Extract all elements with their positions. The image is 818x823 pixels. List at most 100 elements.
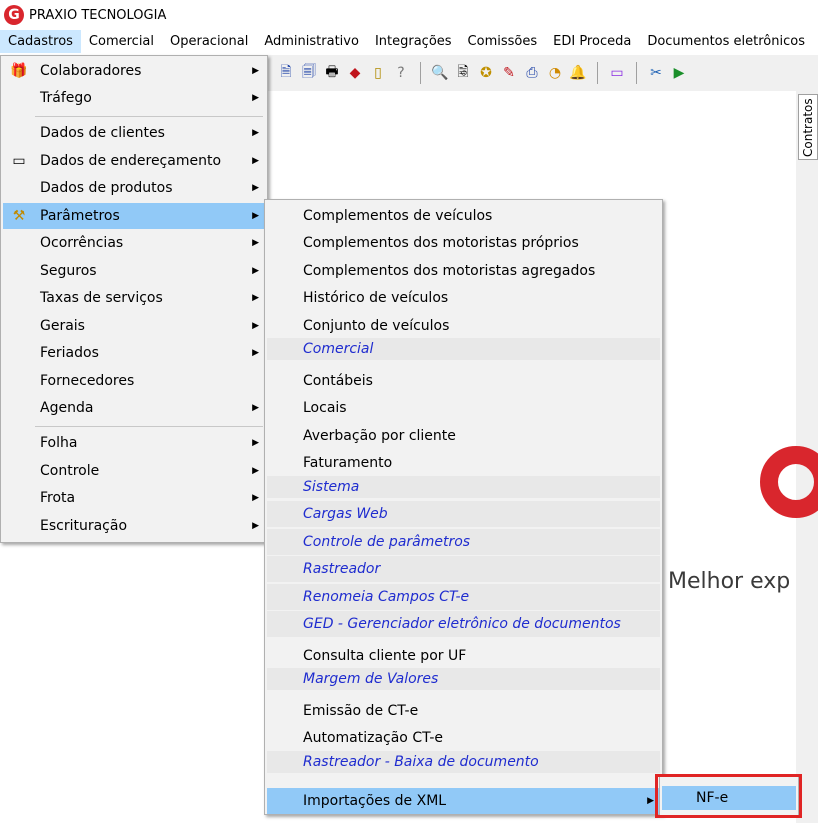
menu-item-consulta-cliente-por-uf[interactable]: Consulta cliente por UF [267, 643, 660, 669]
menu-item-label: Colaboradores [40, 63, 142, 79]
menu-item-label: Conjunto de veículos [303, 318, 450, 334]
eraser-icon[interactable]: ◆ [345, 63, 365, 83]
export-icon[interactable]: ✎ [499, 63, 519, 83]
menu-category-label: Sistema [303, 479, 360, 495]
chevron-right-icon: ▶ [252, 403, 259, 413]
menu-item-averbacao-por-cliente[interactable]: Averbação por cliente [267, 423, 660, 449]
menu-item-taxas-de-servicos[interactable]: Taxas de serviços ▶ [3, 285, 265, 311]
printer-icon[interactable]: 🖶 [322, 63, 342, 83]
menu-comissoes[interactable]: Comissões [460, 30, 546, 53]
preview-icon[interactable]: 🔍 [430, 63, 450, 83]
chevron-right-icon: ▶ [252, 321, 259, 331]
menu-item-label: Fornecedores [40, 373, 135, 389]
menu-item-controle-de-parametros[interactable]: Controle de parâmetros [267, 529, 660, 555]
menu-documentos-eletronicos[interactable]: Documentos eletrônicos [639, 30, 813, 53]
menu-item-automatizacao-cte[interactable]: Automatização CT-e [267, 725, 660, 751]
menu-item-emissao-de-cte[interactable]: Emissão de CT-e [267, 698, 660, 724]
report-icon[interactable]: 🗟 [453, 63, 473, 83]
menu-integracoes[interactable]: Integrações [367, 30, 460, 53]
menu-administrativo[interactable]: Administrativo [256, 30, 367, 53]
documents-icon[interactable]: 🗐 [299, 63, 319, 83]
chevron-right-icon: ▶ [252, 183, 259, 193]
title-bar: G PRAXIO TECNOLOGIA [0, 0, 818, 30]
menu-item-label: Complementos dos motoristas agregados [303, 263, 596, 279]
menu-item-gerais[interactable]: Gerais ▶ [3, 313, 265, 339]
menu-item-cargas-web[interactable]: Cargas Web [267, 501, 660, 527]
monitor-icon[interactable]: ▭ [607, 63, 627, 83]
tools-icon[interactable]: ✂ [646, 63, 666, 83]
toolbar: 🗎 🗐 🖶 ◆ ▯ ? 🔍 🗟 ✪ ✎ ⎙ ◔ 🔔 ▭ ✂ ▶ [268, 55, 818, 91]
menu-item-seguros[interactable]: Seguros ▶ [3, 258, 265, 284]
menu-item-label: Escrituração [40, 518, 128, 534]
menu-item-label: Dados de endereçamento [40, 153, 222, 169]
menu-item-rastreador[interactable]: Rastreador [267, 556, 660, 582]
certificate-icon[interactable]: ✪ [476, 63, 496, 83]
exit-icon[interactable]: ▶ [669, 63, 689, 83]
menu-item-label: Faturamento [303, 455, 393, 471]
chevron-right-icon: ▶ [252, 466, 259, 476]
menu-item-label: Dados de clientes [40, 125, 165, 141]
chevron-right-icon: ▶ [252, 93, 259, 103]
menu-item-frota[interactable]: Frota ▶ [3, 485, 265, 511]
menu-item-fornecedores[interactable]: Fornecedores [3, 368, 265, 394]
menu-item-dados-de-clientes[interactable]: Dados de clientes ▶ [3, 120, 265, 146]
toolbar-separator [597, 62, 598, 84]
app-title: PRAXIO TECNOLOGIA [29, 7, 167, 23]
menu-item-contabeis[interactable]: Contábeis [267, 368, 660, 394]
menu-item-ocorrencias[interactable]: Ocorrências ▶ [3, 230, 265, 256]
menu-item-colaboradores[interactable]: 🎁 Colaboradores ▶ [3, 58, 265, 84]
tab-contratos-label: Contratos [801, 98, 815, 157]
menu-item-controle[interactable]: Controle ▶ [3, 458, 265, 484]
chevron-right-icon: ▶ [252, 238, 259, 248]
menu-item-label: Consulta cliente por UF [303, 648, 467, 664]
menu-item-label: Agenda [40, 400, 94, 416]
menu-item-feriados[interactable]: Feriados ▶ [3, 340, 265, 366]
menu-item-locais[interactable]: Locais [267, 395, 660, 421]
bell-icon[interactable]: 🔔 [568, 63, 588, 83]
menu-item-historico-de-veiculos[interactable]: Histórico de veículos [267, 285, 660, 311]
chevron-right-icon: ▶ [252, 293, 259, 303]
menu-item-dados-de-produtos[interactable]: Dados de produtos ▶ [3, 175, 265, 201]
menu-item-trafego[interactable]: Tráfego ▶ [3, 85, 265, 111]
menu-item-ged[interactable]: GED - Gerenciador eletrônico de document… [267, 611, 660, 637]
menu-item-complementos-motoristas-proprios[interactable]: Complementos dos motoristas próprios [267, 230, 660, 256]
menu-item-label: Tráfego [40, 90, 92, 106]
toolbar-separator [636, 62, 637, 84]
menu-item-label: Importações de XML [303, 793, 447, 809]
menu-operacional[interactable]: Operacional [162, 30, 256, 53]
menu-item-escrituracao[interactable]: Escrituração ▶ [3, 513, 265, 539]
menu-item-label: Ocorrências [40, 235, 124, 251]
menu-item-faturamento[interactable]: Faturamento [267, 450, 660, 476]
menu-edi-proceda[interactable]: EDI Proceda [545, 30, 639, 53]
gift-icon: 🎁 [10, 63, 28, 79]
chevron-right-icon: ▶ [252, 521, 259, 531]
tab-contratos[interactable]: Contratos [798, 94, 818, 160]
menu-item-dados-de-enderecamento[interactable]: ▭ Dados de endereçamento ▶ [3, 148, 265, 174]
menu-category-comercial: Comercial [267, 338, 660, 360]
menu-category-label: Controle de parâmetros [303, 534, 471, 550]
menu-parametros-dropdown: Complementos de veículos Complementos do… [264, 199, 663, 815]
menu-item-renomeia-campos-cte[interactable]: Renomeia Campos CT-e [267, 584, 660, 610]
pie-chart-icon[interactable]: ◔ [545, 63, 565, 83]
app-logo-icon: G [4, 5, 24, 25]
menu-item-importacoes-de-xml[interactable]: Importações de XML ▶ [267, 788, 660, 814]
menu-item-folha[interactable]: Folha ▶ [3, 430, 265, 456]
menu-separator [35, 426, 263, 427]
chevron-right-icon: ▶ [252, 156, 259, 166]
clipboard-icon[interactable]: ▯ [368, 63, 388, 83]
menu-item-complementos-de-veiculos[interactable]: Complementos de veículos [267, 203, 660, 229]
menu-item-conjunto-de-veiculos[interactable]: Conjunto de veículos [267, 313, 660, 339]
help-icon[interactable]: ? [391, 63, 411, 83]
document-icon[interactable]: 🗎 [276, 63, 296, 83]
print-preview-icon[interactable]: ⎙ [522, 63, 542, 83]
menu-comercial[interactable]: Comercial [81, 30, 162, 53]
chevron-right-icon: ▶ [647, 796, 654, 806]
menu-item-label: Automatização CT-e [303, 730, 444, 746]
menu-item-agenda[interactable]: Agenda ▶ [3, 395, 265, 421]
menu-category-margem-de-valores: Margem de Valores [267, 668, 660, 690]
chevron-right-icon: ▶ [252, 348, 259, 358]
menu-cadastros[interactable]: Cadastros [0, 30, 81, 53]
menu-item-parametros[interactable]: ⚒ Parâmetros ▶ [3, 203, 265, 229]
menu-item-label: Dados de produtos [40, 180, 173, 196]
menu-item-complementos-motoristas-agregados[interactable]: Complementos dos motoristas agregados [267, 258, 660, 284]
